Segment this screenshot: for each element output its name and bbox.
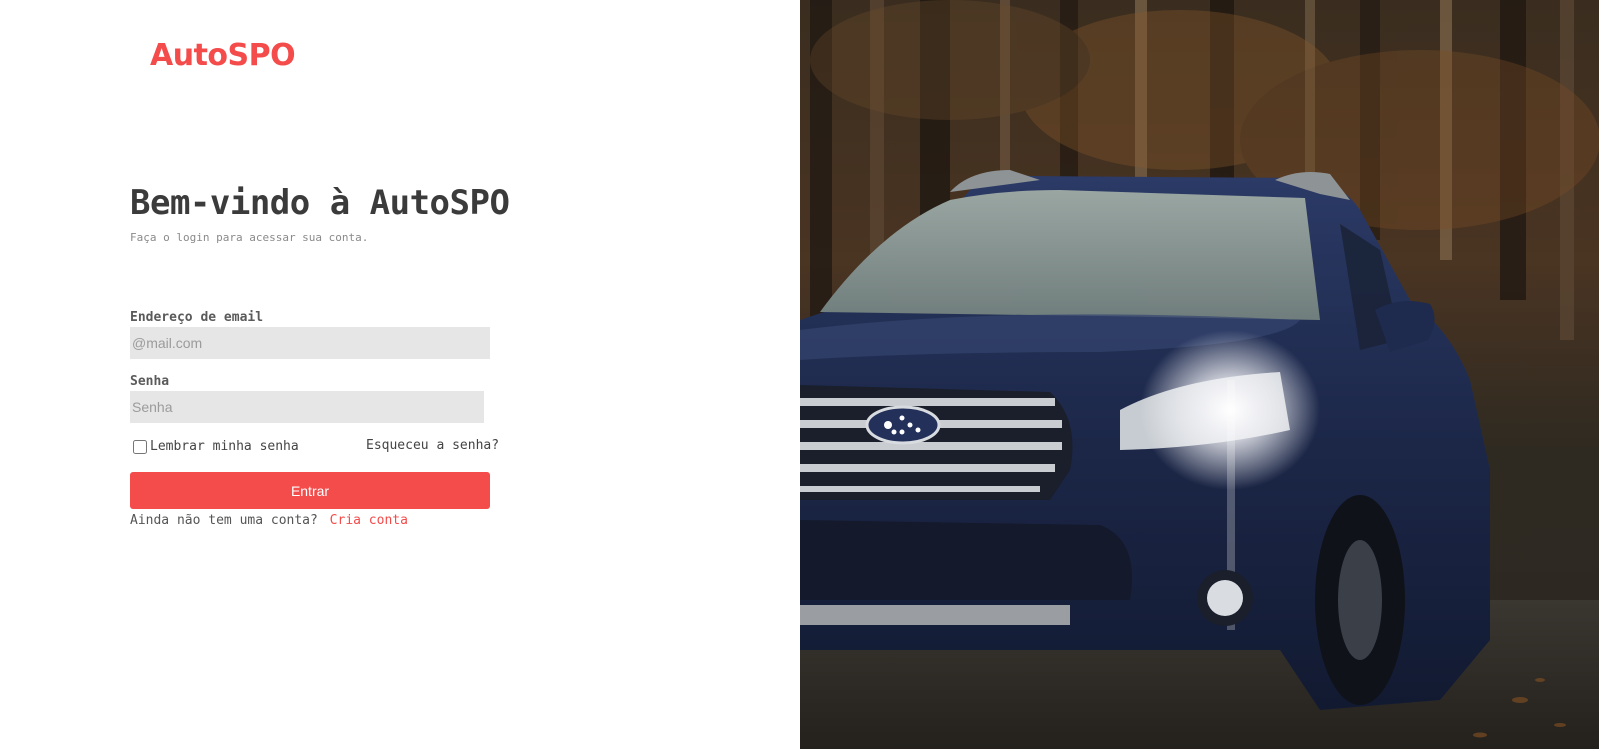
login-panel: AutoSPO Bem-vindo à AutoSPO Faça o login… — [0, 0, 800, 749]
email-field[interactable] — [130, 327, 490, 359]
password-field[interactable] — [130, 391, 484, 423]
remember-checkbox[interactable] — [133, 439, 147, 454]
car-photo — [800, 0, 1599, 749]
page-subtitle: Faça o login para acessar sua conta. — [130, 231, 369, 244]
page-title: Bem-vindo à AutoSPO — [130, 183, 510, 223]
remember-me[interactable]: Lembrar minha senha — [133, 439, 299, 454]
signup-prompt: Ainda não tem uma conta? — [130, 513, 318, 528]
signup-row: Ainda não tem uma conta? Cria conta — [130, 513, 408, 528]
brand-logo[interactable]: AutoSPO — [150, 38, 296, 73]
remember-label: Lembrar minha senha — [150, 439, 299, 454]
create-account-link[interactable]: Cria conta — [330, 513, 408, 528]
login-page: AutoSPO Bem-vindo à AutoSPO Faça o login… — [0, 0, 1599, 749]
hero-image — [800, 0, 1599, 749]
login-button[interactable]: Entrar — [130, 472, 490, 509]
email-label: Endereço de email — [130, 310, 264, 325]
password-label: Senha — [130, 374, 170, 389]
forgot-password-link[interactable]: Esqueceu a senha? — [366, 438, 499, 453]
